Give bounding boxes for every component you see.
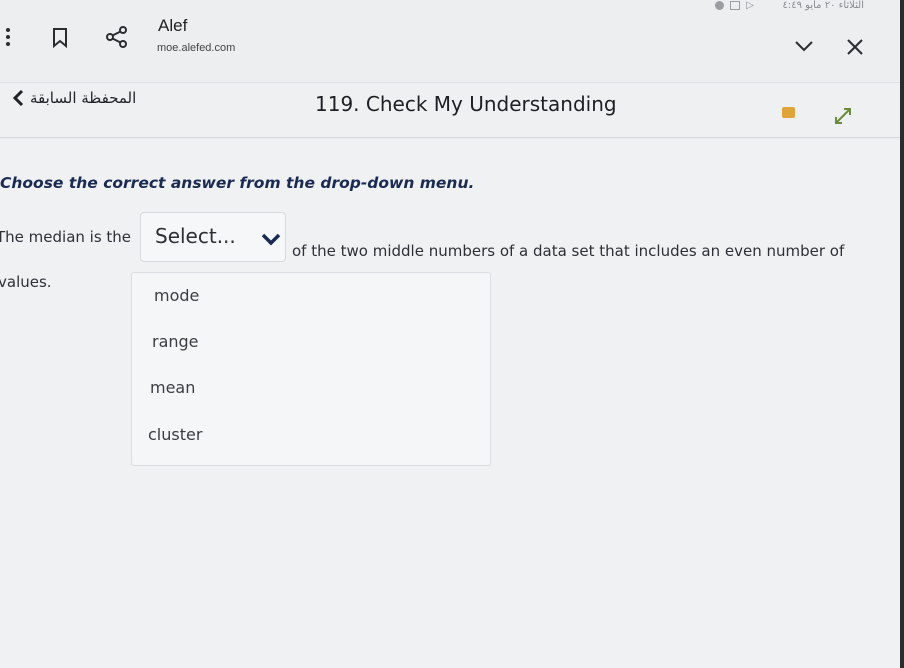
site-url: moe.alefed.com	[157, 42, 236, 54]
browser-bar: Alef moe.alefed.com	[0, 12, 904, 80]
site-title: Alef	[158, 16, 188, 35]
record-icon	[715, 1, 725, 10]
back-chevron-icon[interactable]	[12, 89, 24, 111]
sentence-start: The median is the	[0, 228, 132, 246]
status-datetime: الثلاثاء ٢٠ مايو ٤:٤٩	[782, 0, 864, 11]
status-icons: ▷	[715, 0, 754, 11]
answer-select[interactable]: Select...	[140, 212, 286, 262]
option-mode[interactable]: mode	[154, 286, 199, 305]
gallery-icon	[730, 1, 741, 10]
expand-icon[interactable]	[832, 105, 854, 131]
chevron-down-icon[interactable]	[794, 38, 814, 57]
cast-icon: ▷	[746, 0, 754, 11]
bookmark-icon[interactable]	[52, 28, 68, 52]
screen-edge	[900, 0, 904, 668]
option-cluster[interactable]: cluster	[148, 425, 202, 444]
sentence-wrap: values.	[0, 273, 52, 291]
app-header: المحفظة السابقة 119. Check My Understand…	[0, 82, 904, 138]
page-title: 119. Check My Understanding	[315, 92, 617, 116]
select-value: Select...	[155, 224, 236, 248]
option-range[interactable]: range	[152, 332, 199, 351]
option-mean[interactable]: mean	[150, 378, 195, 397]
badge-icon[interactable]	[782, 107, 795, 118]
close-icon[interactable]	[846, 38, 864, 60]
instruction-text: Choose the correct answer from the drop-…	[0, 174, 475, 192]
dropdown-options: mode range mean cluster	[131, 272, 491, 466]
share-icon[interactable]	[106, 26, 128, 52]
sentence-end: of the two middle numbers of a data set …	[292, 242, 845, 260]
chevron-down-icon	[261, 231, 281, 250]
question-content: Choose the correct answer from the drop-…	[0, 140, 904, 668]
back-button[interactable]: المحفظة السابقة	[30, 89, 136, 107]
more-vert-icon[interactable]	[6, 28, 12, 48]
